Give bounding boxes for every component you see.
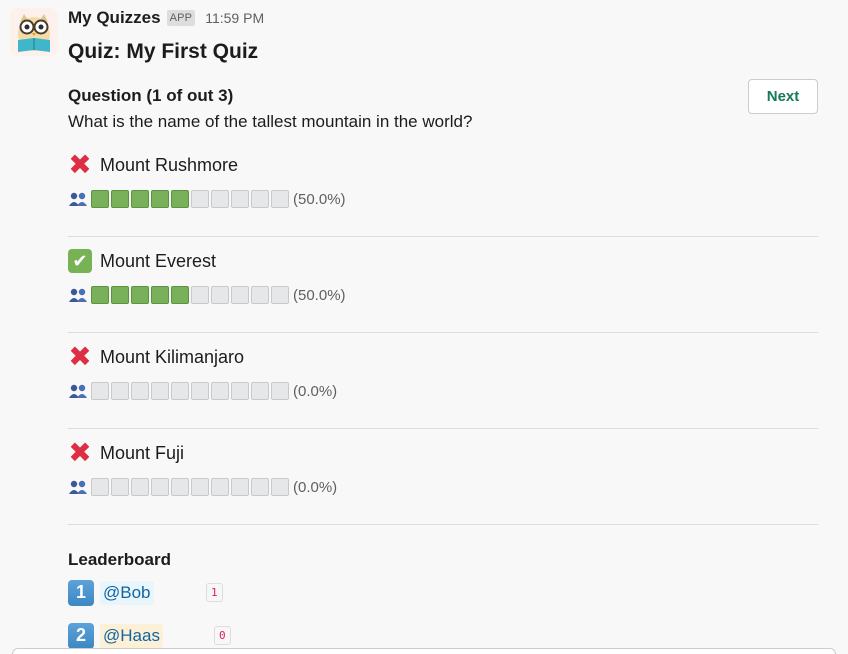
bar-cell-empty bbox=[151, 382, 169, 400]
vote-bar-row: (0.0%) bbox=[68, 478, 337, 496]
message-header: My Quizzes APP 11:59 PM bbox=[68, 6, 818, 30]
bar-cell-empty bbox=[271, 382, 289, 400]
answer-option: ✔ Mount Everest (50.0%) bbox=[68, 237, 818, 333]
bar-cell-empty bbox=[231, 190, 249, 208]
rank-two-keycap-icon: 2 bbox=[68, 622, 94, 649]
bar-cell-empty bbox=[251, 286, 269, 304]
option-label-row: ✖ Mount Rushmore bbox=[68, 149, 239, 180]
bar-cell-filled bbox=[111, 190, 129, 208]
bar-cell-empty bbox=[191, 190, 209, 208]
bar-cell-empty bbox=[231, 478, 249, 496]
bar-cell-empty bbox=[211, 190, 229, 208]
owl-reading-book-icon bbox=[10, 8, 58, 56]
vote-bar-row: (50.0%) bbox=[68, 286, 346, 304]
bar-cell-filled bbox=[171, 286, 189, 304]
bar-cell-empty bbox=[251, 190, 269, 208]
vote-progress-bar bbox=[91, 478, 291, 496]
cross-mark-icon: ✖ bbox=[68, 341, 92, 372]
answer-options: ✖ Mount Rushmore (50.0%) ✔ Mount Everest (50.… bbox=[68, 141, 818, 525]
bar-cell-empty bbox=[211, 286, 229, 304]
bar-cell-empty bbox=[111, 382, 129, 400]
bar-cell-empty bbox=[211, 478, 229, 496]
check-mark-icon: ✔ bbox=[68, 249, 92, 273]
vote-percent: (50.0%) bbox=[293, 286, 346, 304]
user-mention[interactable]: @Bob bbox=[100, 580, 154, 605]
answer-option: ✖ Mount Fuji (0.0%) bbox=[68, 429, 818, 525]
leaderboard-row: 1 @Bob 1 bbox=[68, 571, 818, 614]
message-composer[interactable] bbox=[12, 648, 836, 654]
bar-cell-empty bbox=[251, 478, 269, 496]
option-text: Mount Fuji bbox=[100, 442, 185, 463]
option-text: Mount Everest bbox=[100, 250, 217, 271]
message-timestamp[interactable]: 11:59 PM bbox=[205, 10, 264, 26]
bar-cell-empty bbox=[191, 478, 209, 496]
app-badge: APP bbox=[166, 10, 196, 26]
bar-cell-empty bbox=[271, 286, 289, 304]
rank-one-keycap-icon: 1 bbox=[68, 579, 94, 606]
bar-cell-empty bbox=[231, 382, 249, 400]
answer-option: ✖ Mount Kilimanjaro (0.0%) bbox=[68, 333, 818, 429]
message-content: My Quizzes APP 11:59 PM Quiz: My First Q… bbox=[68, 6, 818, 654]
option-text: Mount Rushmore bbox=[100, 154, 239, 175]
quiz-title: Quiz: My First Quiz bbox=[68, 40, 259, 63]
voters-icon bbox=[69, 480, 87, 494]
bar-cell-empty bbox=[231, 286, 249, 304]
option-label-row: ✔ Mount Everest bbox=[68, 249, 216, 273]
option-label-row: ✖ Mount Kilimanjaro bbox=[68, 341, 245, 372]
leaderboard: Leaderboard 1 @Bob 1 2 @Haas 0 bbox=[68, 549, 818, 654]
cross-mark-icon: ✖ bbox=[68, 437, 92, 468]
vote-progress-bar bbox=[91, 190, 291, 208]
question-block: Question (1 of out 3) What is the name o… bbox=[68, 79, 818, 133]
bar-cell-empty bbox=[271, 478, 289, 496]
vote-progress-bar bbox=[91, 382, 291, 400]
bar-cell-filled bbox=[131, 190, 149, 208]
bar-cell-empty bbox=[191, 286, 209, 304]
leaderboard-title: Leaderboard bbox=[68, 550, 171, 569]
voters-icon bbox=[69, 384, 87, 398]
vote-bar-row: (0.0%) bbox=[68, 382, 337, 400]
bar-cell-empty bbox=[251, 382, 269, 400]
voters-icon bbox=[69, 288, 87, 302]
answer-option: ✖ Mount Rushmore (50.0%) bbox=[68, 141, 818, 237]
bar-cell-empty bbox=[91, 478, 109, 496]
question-heading: Question (1 of out 3) bbox=[68, 86, 234, 105]
bar-cell-filled bbox=[171, 190, 189, 208]
bar-cell-filled bbox=[91, 190, 109, 208]
score-value: 1 bbox=[206, 583, 223, 602]
app-avatar[interactable] bbox=[10, 8, 58, 56]
question-text: What is the name of the tallest mountain… bbox=[68, 112, 473, 131]
score-value: 0 bbox=[214, 626, 231, 645]
vote-percent: (50.0%) bbox=[293, 190, 346, 208]
vote-percent: (0.0%) bbox=[293, 382, 338, 400]
option-label-row: ✖ Mount Fuji bbox=[68, 437, 185, 468]
vote-bar-row: (50.0%) bbox=[68, 190, 346, 208]
vote-percent: (0.0%) bbox=[293, 478, 338, 496]
bar-cell-empty bbox=[211, 382, 229, 400]
voters-icon bbox=[69, 192, 87, 206]
option-text: Mount Kilimanjaro bbox=[100, 346, 245, 367]
bar-cell-filled bbox=[91, 286, 109, 304]
cross-mark-icon: ✖ bbox=[68, 149, 92, 180]
bar-cell-empty bbox=[131, 382, 149, 400]
bar-cell-empty bbox=[91, 382, 109, 400]
bar-cell-empty bbox=[171, 478, 189, 496]
vote-progress-bar bbox=[91, 286, 291, 304]
bar-cell-empty bbox=[131, 478, 149, 496]
next-button[interactable]: Next bbox=[748, 79, 818, 114]
bar-cell-filled bbox=[131, 286, 149, 304]
bar-cell-empty bbox=[171, 382, 189, 400]
bar-cell-empty bbox=[191, 382, 209, 400]
bar-cell-filled bbox=[151, 190, 169, 208]
bar-cell-empty bbox=[271, 190, 289, 208]
bar-cell-filled bbox=[111, 286, 129, 304]
bar-cell-empty bbox=[111, 478, 129, 496]
app-name[interactable]: My Quizzes bbox=[68, 8, 161, 28]
user-mention[interactable]: @Haas bbox=[100, 623, 163, 648]
bar-cell-filled bbox=[151, 286, 169, 304]
bar-cell-empty bbox=[151, 478, 169, 496]
